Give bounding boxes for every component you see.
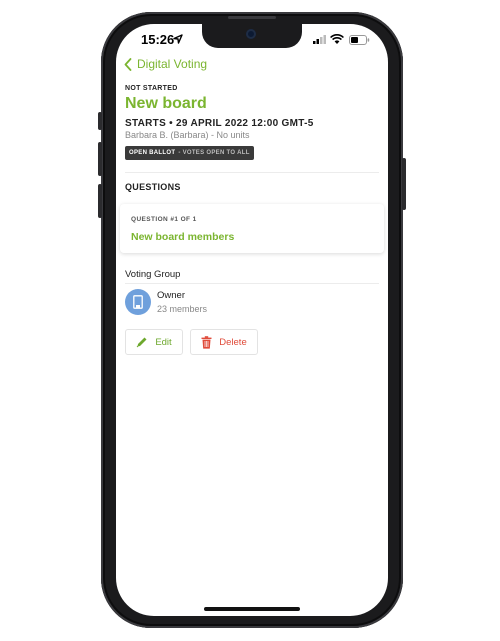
building-icon bbox=[133, 295, 143, 309]
questions-heading: QUESTIONS bbox=[125, 182, 181, 192]
ballot-type: OPEN BALLOT bbox=[129, 150, 176, 156]
divider bbox=[125, 172, 379, 173]
page-title: New board bbox=[125, 95, 207, 112]
delete-label: Delete bbox=[219, 336, 247, 348]
divider bbox=[125, 283, 379, 284]
page-content: Digital Voting NOT STARTED New board STA… bbox=[116, 24, 388, 616]
group-name: Owner bbox=[157, 290, 185, 301]
edit-button[interactable]: Edit bbox=[125, 329, 183, 355]
screen: 15:26 Digital Voting NOT STARTED New boa… bbox=[116, 24, 388, 616]
owner-info: Barbara B. (Barbara) - No units bbox=[125, 130, 250, 140]
home-indicator[interactable] bbox=[204, 607, 300, 611]
question-card[interactable]: QUESTION #1 OF 1 New board members bbox=[120, 204, 384, 253]
group-avatar bbox=[125, 289, 151, 315]
voting-group-label: Voting Group bbox=[125, 269, 181, 280]
chevron-left-icon bbox=[124, 57, 132, 71]
volume-up-button bbox=[98, 142, 102, 176]
delete-button[interactable]: Delete bbox=[190, 329, 258, 355]
question-title[interactable]: New board members bbox=[131, 231, 234, 243]
power-button bbox=[402, 158, 406, 210]
volume-down-button bbox=[98, 184, 102, 218]
trash-icon bbox=[201, 335, 212, 349]
back-button[interactable]: Digital Voting bbox=[124, 57, 207, 71]
back-label: Digital Voting bbox=[137, 57, 208, 71]
earpiece-speaker bbox=[228, 16, 276, 19]
group-member-count: 23 members bbox=[157, 304, 208, 314]
question-number: QUESTION #1 OF 1 bbox=[131, 216, 197, 223]
start-date: STARTS • 29 APRIL 2022 12:00 GMT-5 bbox=[125, 118, 314, 129]
edit-label: Edit bbox=[155, 336, 172, 348]
ballot-badge: OPEN BALLOT - VOTES OPEN TO ALL bbox=[125, 146, 254, 160]
board-status: NOT STARTED bbox=[125, 85, 178, 92]
pencil-icon bbox=[136, 337, 147, 348]
ballot-note: - VOTES OPEN TO ALL bbox=[178, 150, 250, 156]
silent-switch bbox=[98, 112, 102, 130]
